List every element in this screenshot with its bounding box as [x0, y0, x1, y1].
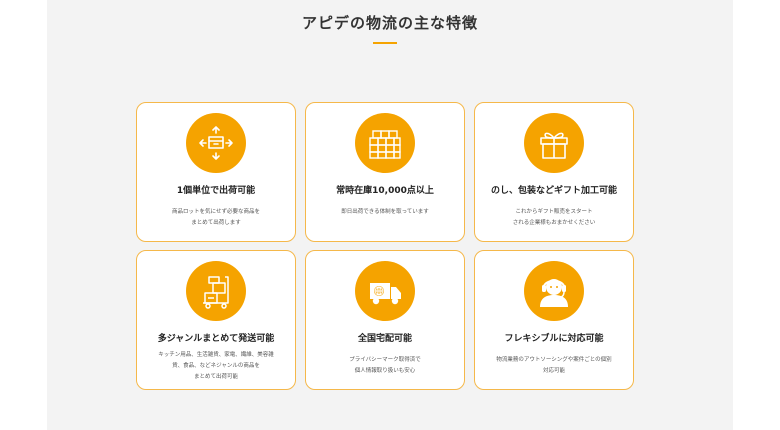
feature-title: 1個単位で出荷可能 [176, 186, 256, 196]
features-panel: アピデの物流の主な特徴 1個単位で出荷可能 商品ロットを気にせず必要な商品を ま… [47, 0, 733, 430]
hand-truck-icon [186, 261, 246, 321]
gift-icon [524, 113, 584, 173]
feature-description: プライバシーマーク取得済で 個人情報取り扱いも安心 [349, 357, 421, 374]
feature-description: 物流業務のアウトソーシングや案件ごとの個別 対応可能 [496, 357, 612, 374]
stacked-boxes-icon [355, 113, 415, 173]
feature-title: 全国宅配可能 [357, 334, 412, 344]
box-arrows-icon [186, 113, 246, 173]
feature-title: 常時在庫10,000点以上 [336, 186, 434, 196]
feature-card-flexible: フレキシブルに対応可能 物流業務のアウトソーシングや案件ごとの個別 対応可能 [474, 250, 634, 390]
feature-title: フレキシブルに対応可能 [504, 334, 604, 344]
feature-description: これからギフト販売をスタート される企業様もおまかせください [512, 209, 596, 226]
support-operator-icon [524, 261, 584, 321]
feature-card-gift: のし、包装などギフト加工可能 これからギフト販売をスタート される企業様もおまか… [474, 102, 634, 242]
feature-title: 多ジャンルまとめて発送可能 [157, 334, 275, 344]
section-title: アピデの物流の主な特徴 [301, 14, 478, 32]
feature-description: 商品ロットを気にせず必要な商品を まとめて出荷します [171, 209, 260, 226]
title-underline [373, 42, 397, 44]
feature-card-stock: 常時在庫10,000点以上 即日出荷できる体制を取っています [305, 102, 465, 242]
feature-description: 即日出荷できる体制を取っています [341, 209, 429, 215]
feature-description: キッチン用品、生活雑貨、家電、繊維、美容雑 貨、食品、などネジャンルの商品を ま… [158, 352, 274, 380]
feature-card-nationwide: 全国宅配可能 プライバシーマーク取得済で 個人情報取り扱いも安心 [305, 250, 465, 390]
feature-title: のし、包装などギフト加工可能 [490, 186, 617, 196]
feature-card-single-unit: 1個単位で出荷可能 商品ロットを気にせず必要な商品を まとめて出荷します [136, 102, 296, 242]
delivery-truck-icon [355, 261, 415, 321]
feature-card-multi-genre: 多ジャンルまとめて発送可能 キッチン用品、生活雑貨、家電、繊維、美容雑 貨、食品… [136, 250, 296, 390]
